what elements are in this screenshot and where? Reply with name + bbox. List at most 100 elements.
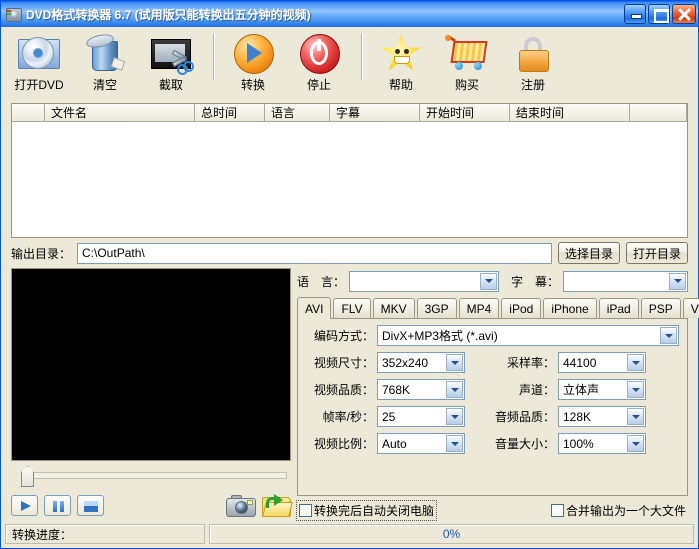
stop-button[interactable] (77, 494, 104, 516)
channels-select[interactable]: 立体声 (558, 379, 646, 400)
chevron-down-icon[interactable] (446, 435, 463, 452)
preview-pane (11, 268, 293, 522)
tab-ipod[interactable]: iPod (501, 298, 542, 318)
video-size-select[interactable]: 352x240 (377, 352, 465, 373)
chevron-down-icon[interactable] (627, 381, 644, 398)
app-icon (5, 6, 22, 22)
toolbar-label: 帮助 (388, 78, 413, 92)
column-header-start-time[interactable]: 开始时间 (420, 104, 510, 121)
open-folder-icon[interactable] (261, 492, 293, 518)
camera-icon[interactable] (225, 493, 256, 517)
language-select[interactable] (349, 270, 500, 292)
toolbar-button-buy[interactable]: 购买 (437, 31, 497, 93)
quality-channel-row: 视频品质： 768K 声道： 立体声 (302, 379, 679, 400)
open-dvd-icon (16, 31, 62, 75)
framerate-select[interactable]: 25 (377, 406, 465, 427)
shutdown-after-convert-label: 转换完后自动关闭电脑 (314, 503, 435, 518)
column-header-filename[interactable]: 文件名 (45, 104, 195, 121)
framerate-label: 帧率/秒： (322, 410, 374, 424)
maximize-button[interactable] (648, 4, 670, 24)
video-quality-select[interactable]: 768K (377, 379, 465, 400)
close-button[interactable] (672, 4, 696, 24)
language-label: 语 言： (297, 274, 346, 289)
tab-psp[interactable]: PSP (640, 298, 681, 318)
play-button[interactable] (11, 494, 38, 516)
toolbar-button-help[interactable]: 帮助 (371, 31, 431, 93)
chevron-down-icon[interactable] (446, 381, 463, 398)
chevron-down-icon[interactable] (660, 327, 677, 344)
file-list-body[interactable] (12, 122, 687, 237)
title-bar: DVD格式转换器 6.7 (试用版只能转换出五分钟的视频) (1, 1, 698, 27)
checkbox-box[interactable] (550, 503, 564, 517)
tab-mp4[interactable]: MP4 (458, 298, 500, 318)
subtitle-select[interactable] (563, 270, 688, 292)
toolbar-label: 停止 (306, 78, 331, 92)
options-row: 转换完后自动关闭电脑 合并输出为一个大文件 (295, 496, 688, 522)
toolbar-button-clip[interactable]: 截取 (141, 31, 201, 93)
column-header-end-time[interactable]: 结束时间 (510, 104, 630, 121)
toolbar-separator (213, 34, 215, 80)
chevron-down-icon[interactable] (627, 354, 644, 371)
tab-vcd[interactable]: VCD (682, 298, 699, 318)
window-title: DVD格式转换器 6.7 (试用版只能转换出五分钟的视频) (26, 7, 311, 22)
seek-slider[interactable] (11, 464, 291, 487)
audio-quality-select[interactable]: 128K (558, 406, 646, 427)
merge-output-checkbox[interactable]: 合并输出为一个大文件 (549, 501, 688, 520)
toolbar-label: 转换 (240, 78, 265, 92)
toolbar-button-open-dvd[interactable]: 打开DVD (9, 31, 69, 93)
tab-ipad[interactable]: iPad (598, 298, 639, 318)
toolbar-button-register[interactable]: 注册 (503, 31, 563, 93)
video-preview[interactable] (11, 268, 291, 461)
chevron-down-icon[interactable] (480, 272, 498, 290)
sample-rate-select[interactable]: 44100 (558, 352, 646, 373)
toolbar-button-clear[interactable]: 清空 (75, 31, 135, 93)
file-list[interactable]: 文件名 总时间 语言 字幕 开始时间 结束时间 (11, 103, 688, 238)
column-header-duration[interactable]: 总时间 (195, 104, 265, 121)
aspect-label: 视频比例： (313, 437, 374, 451)
toolbar-label: 注册 (520, 78, 545, 92)
clear-trash-icon (82, 31, 128, 75)
aspect-volume-row: 视频比例： Auto 音量大小： 100% (302, 433, 679, 454)
output-directory-input[interactable]: C:\OutPath\ (77, 242, 552, 264)
codec-label: 编码方式： (313, 329, 374, 343)
size-samplerate-row: 视频尺寸： 352x240 采样率： 44100 (302, 352, 679, 373)
volume-select[interactable]: 100% (558, 433, 646, 454)
chevron-down-icon[interactable] (446, 408, 463, 425)
pause-button[interactable] (44, 494, 71, 516)
video-size-label: 视频尺寸： (313, 356, 374, 370)
tab-3gp[interactable]: 3GP (416, 298, 457, 318)
shutdown-after-convert-checkbox[interactable]: 转换完后自动关闭电脑 (295, 499, 438, 521)
checkbox-box[interactable] (299, 503, 312, 517)
open-directory-button[interactable]: 打开目录 (625, 242, 688, 264)
codec-select[interactable]: DivX+MP3格式 (*.avi) (377, 325, 679, 346)
chevron-down-icon[interactable] (627, 435, 644, 452)
chevron-down-icon[interactable] (627, 408, 644, 425)
codec-row: 编码方式： DivX+MP3格式 (*.avi) (302, 325, 679, 346)
tab-iphone[interactable]: iPhone (543, 298, 597, 318)
window-controls (624, 4, 696, 24)
volume-label: 音量大小： (494, 437, 555, 451)
column-header-check[interactable] (12, 104, 45, 121)
toolbar-label: 截取 (158, 78, 183, 92)
column-header-subtitle[interactable]: 字幕 (330, 104, 420, 121)
sample-rate-label: 采样率： (506, 356, 555, 370)
seek-track[interactable] (27, 472, 287, 479)
tab-flv[interactable]: FLV (333, 298, 371, 318)
toolbar-button-stop[interactable]: 停止 (289, 31, 349, 93)
tab-mkv[interactable]: MKV (372, 298, 415, 318)
chevron-down-icon[interactable] (446, 354, 463, 371)
minimize-button[interactable] (624, 4, 646, 24)
toolbar-label: 购买 (454, 78, 479, 92)
tab-avi[interactable]: AVI (297, 297, 332, 319)
channels-label: 声道： (518, 383, 555, 397)
toolbar-button-convert[interactable]: 转换 (223, 31, 283, 93)
chevron-down-icon[interactable] (669, 272, 686, 290)
choose-directory-button[interactable]: 选择目录 (557, 242, 620, 264)
seek-thumb[interactable] (21, 466, 34, 487)
aspect-select[interactable]: Auto (377, 433, 465, 454)
toolbar-label: 打开DVD (14, 78, 64, 92)
framerate-audioquality-row: 帧率/秒： 25 音频品质： 128K (302, 406, 679, 427)
status-bar: 转换进度： 0% (1, 522, 698, 548)
convert-play-icon (230, 31, 276, 75)
column-header-language[interactable]: 语言 (265, 104, 330, 121)
